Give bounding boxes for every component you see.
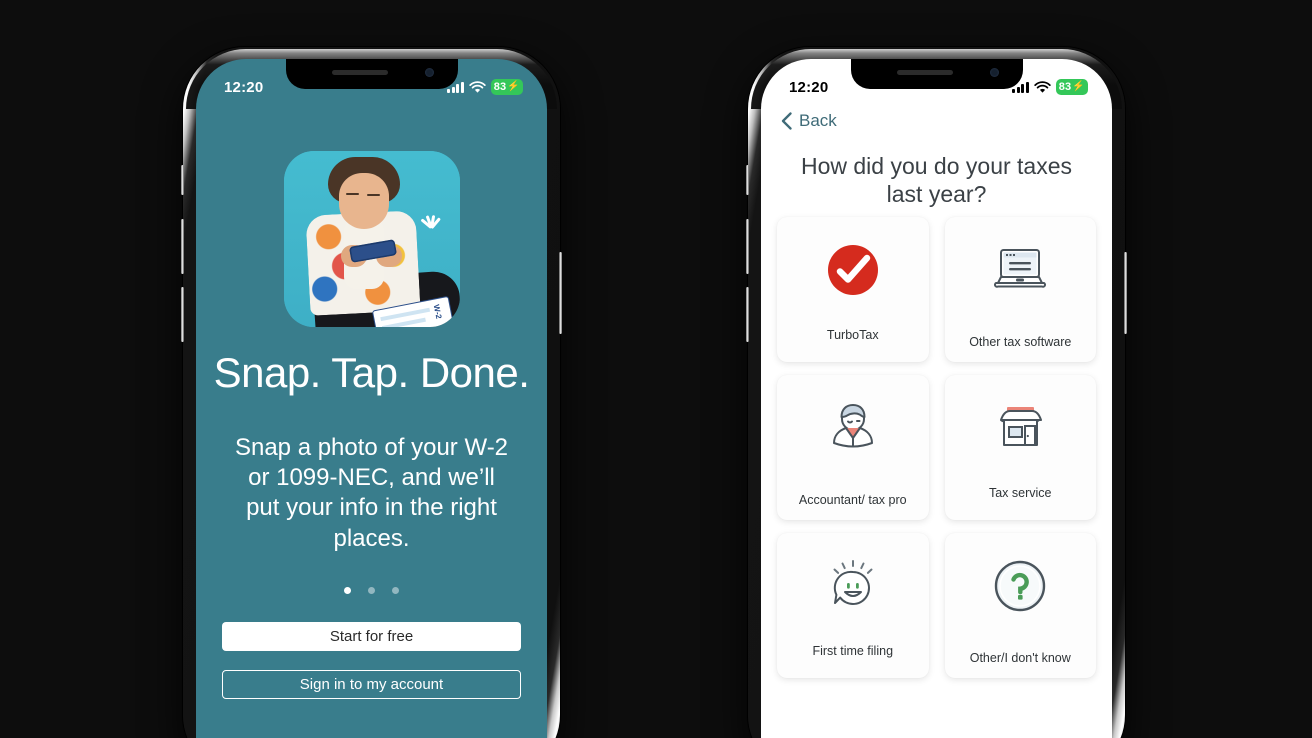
right-phone-mockup: 12:20 83 ⚡ Back How did you do your taxe… <box>746 47 1127 738</box>
back-button[interactable]: Back <box>781 111 837 131</box>
option-card-accountant[interactable]: Accountant/ tax pro <box>777 375 929 520</box>
option-label: Other tax software <box>969 335 1072 350</box>
mute-switch-button-2[interactable] <box>746 165 749 195</box>
left-phone-screen: 12:20 83 ⚡ W-2 Snap. Tap. Done. Snap a p… <box>196 59 547 738</box>
screenshot-canvas: 12:20 83 ⚡ W-2 Snap. Tap. Done. Snap a p… <box>0 0 1312 738</box>
front-camera-icon <box>424 68 434 77</box>
option-label: Other/I don't know <box>969 651 1071 666</box>
page-title: Snap. Tap. Done. <box>213 349 530 396</box>
question-title: How did you do your taxes last year? <box>800 153 1073 207</box>
volume-up-button[interactable] <box>181 219 184 274</box>
hero-image-container: W-2 <box>196 151 547 327</box>
pagination-dot-1[interactable] <box>344 587 351 594</box>
smiling-speech-bubble-icon <box>824 555 882 617</box>
w2-form-label: W-2 <box>431 303 444 320</box>
turbotax-checkmark-icon <box>827 239 879 301</box>
charging-bolt-icon-2: ⚡ <box>1072 81 1085 92</box>
volume-down-button-2[interactable] <box>746 287 749 342</box>
volume-up-button-2[interactable] <box>746 219 749 274</box>
back-button-label: Back <box>799 111 837 130</box>
sparkle-icon <box>412 211 452 251</box>
pagination-dot-3[interactable] <box>392 587 399 594</box>
sign-in-button[interactable]: Sign in to my account <box>222 670 521 699</box>
front-camera-icon-2 <box>989 68 999 77</box>
storefront-icon <box>991 397 1049 459</box>
right-phone-screen: 12:20 83 ⚡ Back How did you do your taxe… <box>761 59 1112 738</box>
battery-level-2: 83 <box>1058 81 1072 93</box>
notch-2 <box>850 59 1023 89</box>
option-card-other-dont-know[interactable]: Other/I don't know <box>944 533 1096 678</box>
option-card-first-time-filing[interactable]: First time filing <box>777 533 929 678</box>
wifi-icon <box>469 80 486 93</box>
notch <box>285 59 458 89</box>
wifi-icon-2 <box>1034 80 1051 93</box>
battery-level: 83 <box>493 81 507 93</box>
option-label: Accountant/ tax pro <box>798 493 907 508</box>
left-phone-mockup: 12:20 83 ⚡ W-2 Snap. Tap. Done. Snap a p… <box>181 47 562 738</box>
earpiece-speaker-icon-2 <box>896 70 953 75</box>
status-time-2: 12:20 <box>789 78 829 96</box>
accountant-person-icon <box>824 397 882 459</box>
power-button[interactable] <box>559 252 562 334</box>
volume-down-button[interactable] <box>181 287 184 342</box>
question-mark-circle-icon <box>993 555 1047 617</box>
mute-switch-button[interactable] <box>181 165 184 195</box>
hero-image: W-2 <box>283 151 460 327</box>
cta-container: Start for free Sign in to my account <box>222 622 521 699</box>
charging-bolt-icon: ⚡ <box>507 81 520 92</box>
page-subtext: Snap a photo of your W-2 or 1099-NEC, an… <box>234 434 509 552</box>
battery-indicator-2: 83 ⚡ <box>1055 79 1088 95</box>
carousel-pagination[interactable] <box>196 587 547 594</box>
option-label: First time filing <box>812 644 894 659</box>
option-card-other-tax-software[interactable]: Other tax software <box>944 217 1096 362</box>
chevron-left-icon <box>781 112 792 130</box>
start-for-free-button[interactable]: Start for free <box>222 622 521 651</box>
option-label: TurboTax <box>826 328 879 343</box>
option-card-tax-service[interactable]: Tax service <box>944 375 1096 520</box>
option-label: Tax service <box>988 486 1052 501</box>
option-card-turbotax[interactable]: TurboTax <box>777 217 929 362</box>
pagination-dot-2[interactable] <box>368 587 375 594</box>
earpiece-speaker-icon <box>331 70 388 75</box>
options-grid: TurboTax Other tax software Accountant/ … <box>777 217 1096 678</box>
laptop-icon <box>989 239 1051 301</box>
battery-indicator: 83 ⚡ <box>490 79 523 95</box>
status-time: 12:20 <box>224 78 264 96</box>
power-button-2[interactable] <box>1124 252 1127 334</box>
